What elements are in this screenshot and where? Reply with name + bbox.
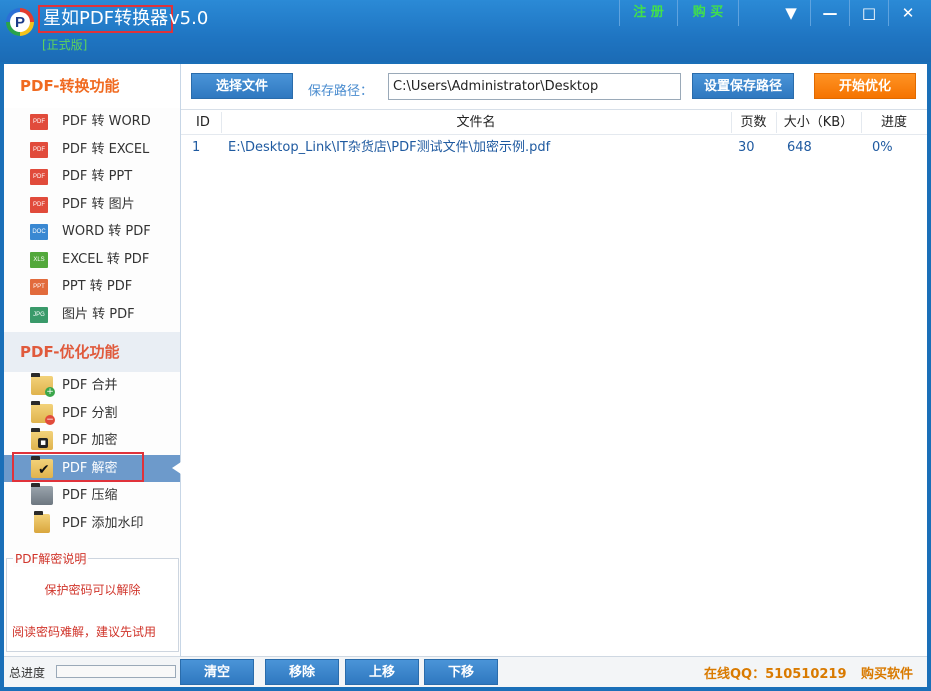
move-down-button[interactable]: 下移	[424, 659, 498, 685]
sidebar-item-label: EXCEL 转 PDF	[62, 251, 150, 267]
cell-filename: E:\Desktop_Link\IT杂货店\PDF测试文件\加密示例.pdf	[228, 140, 551, 155]
description-title: PDF解密说明	[13, 550, 89, 567]
sidebar-item-pdf-decrypt[interactable]: ✔ PDF 解密	[4, 454, 180, 482]
sidebar-item-ppt-to-pdf[interactable]: PPT PPT 转 PDF	[4, 273, 180, 301]
sidebar-item-label: PDF 转 WORD	[62, 114, 151, 129]
sidebar-item-label: WORD 转 PDF	[62, 224, 151, 239]
pdf-file-icon: PDF	[30, 138, 48, 158]
folder-plus-icon: +	[31, 373, 55, 397]
sidebar: PDF-转换功能 PDF PDF 转 WORD PDF PDF 转 EXCEL …	[4, 64, 181, 656]
column-header-filename: 文件名	[456, 115, 496, 130]
sidebar-item-label: 图片 转 PDF	[62, 306, 135, 322]
sidebar-item-label: PPT 转 PDF	[62, 279, 133, 294]
bottom-bar: 总进度 清空 移除 上移 下移 在线QQ：510510219 购买软件	[4, 656, 927, 687]
toolbar: 选择文件 保存路径： C:\Users\Administrator\Deskto…	[181, 64, 927, 109]
sidebar-item-pdf-to-word[interactable]: PDF PDF 转 WORD	[4, 108, 180, 136]
sidebar-item-label: PDF 转 PPT	[62, 169, 133, 184]
menu-dropdown-icon[interactable]: ▼	[772, 0, 810, 26]
select-file-button[interactable]: 选择文件	[191, 73, 293, 99]
doc-file-icon: DOC	[30, 221, 48, 240]
sidebar-item-label: PDF 添加水印	[62, 515, 144, 531]
folder-minus-icon: −	[31, 400, 55, 425]
start-optimize-button[interactable]: 开始优化	[814, 73, 916, 99]
save-path-input[interactable]: C:\Users\Administrator\Desktop	[388, 73, 681, 100]
sidebar-item-label: PDF 分割	[62, 405, 118, 421]
app-title: 星如PDF转换器	[38, 5, 174, 33]
remove-button[interactable]: 移除	[265, 659, 339, 685]
sidebar-item-label: PDF 转 EXCEL	[62, 141, 150, 157]
register-link[interactable]: 注 册	[620, 0, 677, 26]
table-header: ID 文件名 页数 大小（KB） 进度	[181, 110, 927, 135]
sidebar-item-pdf-to-excel[interactable]: PDF PDF 转 EXCEL	[4, 136, 180, 164]
save-path-label: 保存路径：	[308, 84, 374, 99]
total-progress-bar	[56, 665, 176, 678]
sidebar-item-label: PDF 转 图片	[62, 196, 135, 212]
ppt-file-icon: PPT	[30, 276, 48, 295]
app-version: v5.0	[169, 8, 209, 29]
set-save-path-button[interactable]: 设置保存路径	[692, 73, 794, 99]
column-header-pages: 页数	[740, 115, 767, 130]
convert-section-title: PDF-转换功能	[4, 64, 180, 108]
sidebar-item-pdf-watermark[interactable]: PDF 添加水印	[4, 510, 180, 538]
description-panel: PDF解密说明 保护密码可以解除 阅读密码难解，建议先试用	[6, 550, 179, 652]
pdf-file-icon: PDF	[30, 193, 48, 213]
compress-icon	[31, 483, 53, 505]
buy-software-link[interactable]: 购买软件	[861, 663, 913, 682]
folder-lock-icon: ▪	[31, 428, 53, 450]
close-icon[interactable]: ✕	[889, 0, 927, 26]
pdf-file-icon: PDF	[30, 111, 48, 130]
logo-letter: P	[10, 12, 30, 32]
app-logo-icon: P	[6, 8, 34, 36]
maximize-icon[interactable]: □	[850, 0, 888, 26]
sidebar-item-pdf-to-ppt[interactable]: PDF PDF 转 PPT	[4, 163, 180, 191]
minimize-icon[interactable]: —	[811, 0, 849, 26]
watermark-icon	[34, 510, 50, 533]
sidebar-item-image-to-pdf[interactable]: JPG 图片 转 PDF	[4, 301, 180, 329]
description-line: 保护密码可以解除	[44, 583, 141, 597]
cell-size: 648	[787, 140, 812, 155]
cell-progress: 0%	[872, 140, 893, 155]
folder-check-icon: ✔	[31, 455, 53, 478]
pdf-file-icon: PDF	[30, 166, 48, 185]
edition-label: [正式版]	[42, 38, 88, 52]
description-line: 阅读密码难解，建议先试用	[12, 625, 157, 639]
title-bar: P 星如PDF转换器 v5.0 [正式版] 注 册 购 买 ▼ — □ ✕	[0, 0, 931, 62]
table-row[interactable]: 1 E:\Desktop_Link\IT杂货店\PDF测试文件\加密示例.pdf…	[181, 135, 927, 160]
active-arrow-icon	[172, 462, 181, 474]
cell-id: 1	[192, 140, 201, 155]
title-separator	[738, 0, 739, 26]
sidebar-item-label: PDF 合并	[62, 378, 118, 393]
sidebar-item-pdf-to-image[interactable]: PDF PDF 转 图片	[4, 191, 180, 219]
sidebar-item-pdf-merge[interactable]: + PDF 合并	[4, 372, 180, 400]
xls-file-icon: XLS	[30, 248, 48, 268]
online-qq-text: 在线QQ：510510219	[704, 667, 847, 682]
move-up-button[interactable]: 上移	[345, 659, 419, 685]
optimize-section-title: PDF-优化功能	[4, 332, 180, 372]
sidebar-item-pdf-compress[interactable]: PDF 压缩	[4, 482, 180, 510]
total-progress-label: 总进度	[9, 666, 46, 680]
sidebar-item-label: PDF 加密	[62, 433, 118, 448]
column-header-progress: 进度	[880, 115, 907, 130]
sidebar-item-label: PDF 解密	[62, 460, 118, 476]
sidebar-item-pdf-encrypt[interactable]: ▪ PDF 加密	[4, 427, 180, 455]
sidebar-item-pdf-split[interactable]: − PDF 分割	[4, 400, 180, 428]
column-header-size: 大小（KB）	[783, 115, 854, 130]
buy-link[interactable]: 购 买	[678, 0, 738, 26]
file-table: ID 文件名 页数 大小（KB） 进度 1 E:\Desktop_Link\IT…	[181, 109, 927, 656]
cell-pages: 30	[738, 140, 755, 155]
sidebar-item-word-to-pdf[interactable]: DOC WORD 转 PDF	[4, 218, 180, 246]
jpg-file-icon: JPG	[30, 303, 48, 323]
clear-button[interactable]: 清空	[180, 659, 254, 685]
sidebar-item-excel-to-pdf[interactable]: XLS EXCEL 转 PDF	[4, 246, 180, 274]
sidebar-item-label: PDF 压缩	[62, 488, 118, 503]
